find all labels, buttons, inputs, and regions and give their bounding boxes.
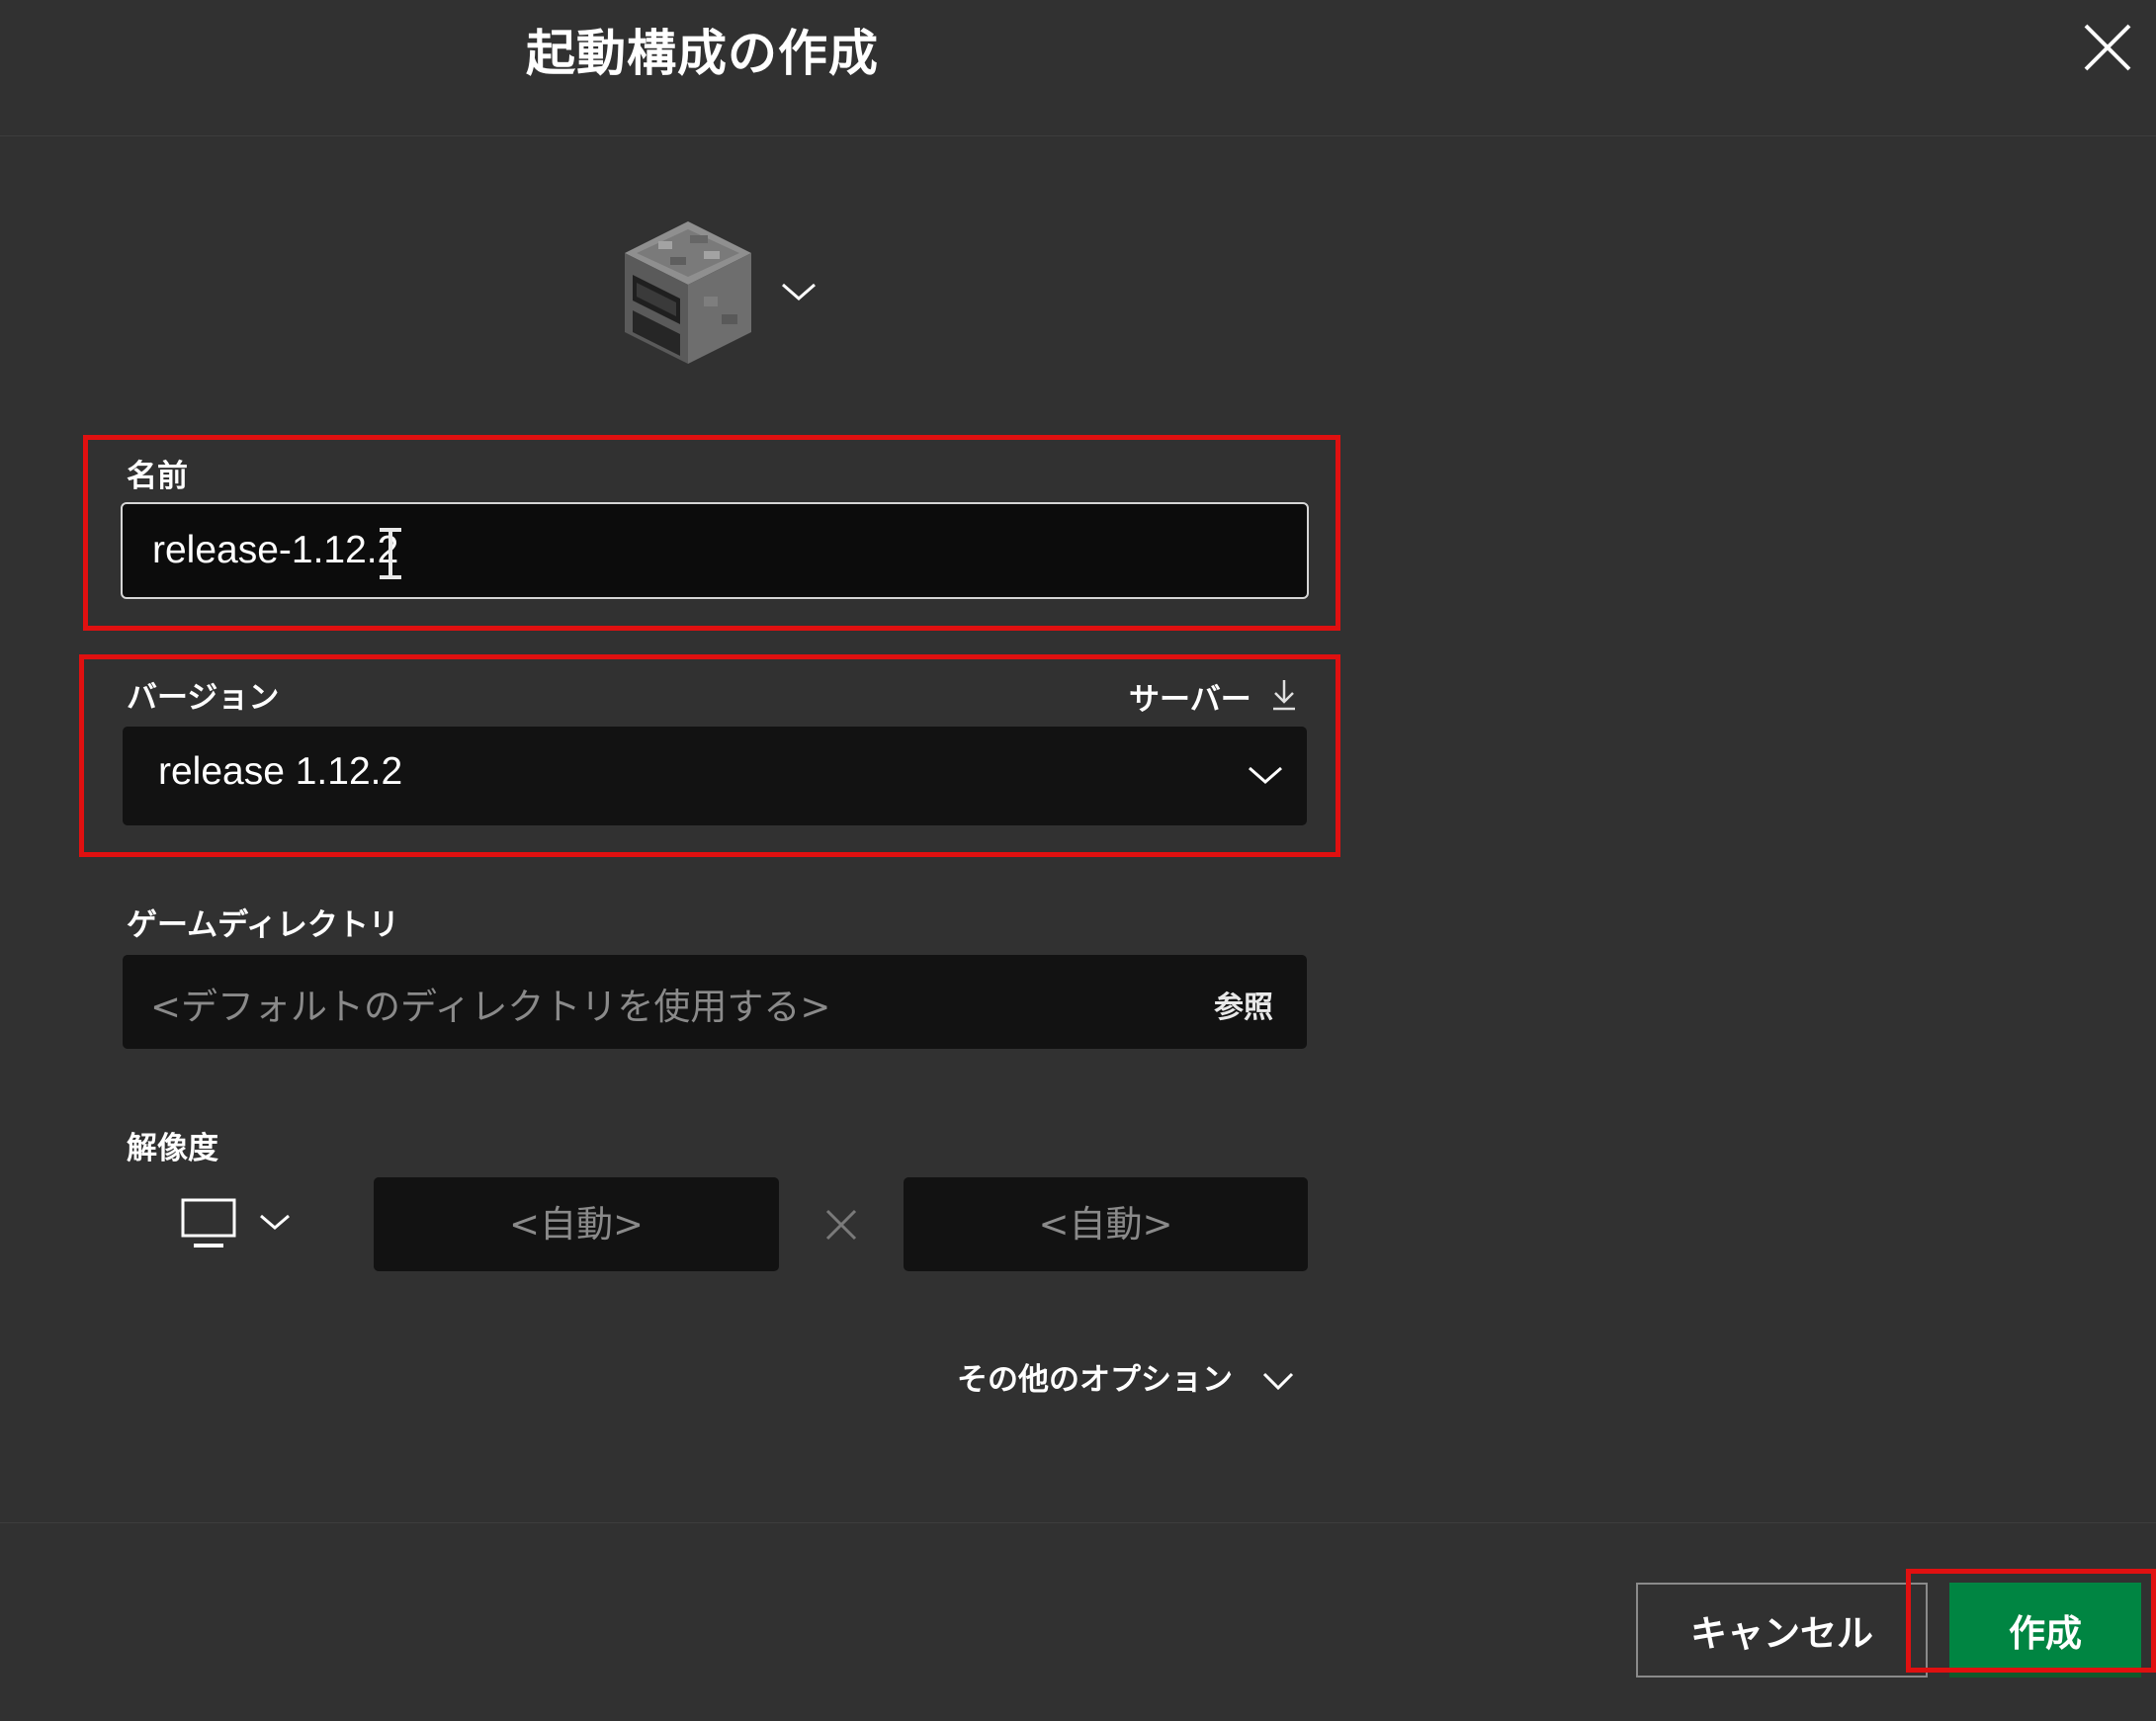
- close-icon: [2084, 24, 2131, 71]
- game-directory-label: ゲームディレクトリ: [127, 907, 399, 943]
- create-button[interactable]: 作成: [1949, 1583, 2141, 1678]
- more-options-toggle[interactable]: その他のオプション: [957, 1354, 1233, 1399]
- chevron-down-icon[interactable]: [1261, 1368, 1295, 1394]
- server-download-link[interactable]: サーバー: [1129, 674, 1251, 719]
- monitor-icon: [181, 1198, 236, 1248]
- resolution-label: 解像度: [127, 1131, 218, 1166]
- chevron-down-icon: [782, 283, 816, 301]
- resolution-width-input[interactable]: [374, 1177, 779, 1271]
- monitor-dropdown[interactable]: [180, 1196, 299, 1251]
- icon-dropdown-button[interactable]: [779, 277, 819, 306]
- dialog-header: 起動構成の作成: [0, 0, 2156, 136]
- game-directory-placeholder: <デフォルトのディレクトリを使用する>: [150, 986, 831, 1028]
- browse-button[interactable]: 参照: [1214, 983, 1273, 1026]
- name-input[interactable]: [121, 502, 1309, 599]
- version-selected-value: release 1.12.2: [158, 750, 403, 793]
- resolution-height-input[interactable]: [904, 1177, 1308, 1271]
- game-directory-field[interactable]: <デフォルトのディレクトリを使用する> 参照: [123, 955, 1307, 1049]
- chevron-down-icon: [260, 1214, 290, 1230]
- close-button[interactable]: [2080, 20, 2135, 75]
- multiply-icon: [825, 1209, 857, 1241]
- chevron-down-icon: [1249, 766, 1282, 784]
- version-select[interactable]: release 1.12.2: [123, 727, 1307, 825]
- dialog-title: 起動構成の作成: [526, 25, 879, 82]
- footer-divider: [0, 1522, 2156, 1523]
- version-label: バージョン: [127, 680, 280, 716]
- download-icon[interactable]: [1271, 678, 1297, 712]
- name-label: 名前: [127, 459, 188, 494]
- furnace-block-icon[interactable]: [619, 217, 757, 366]
- cancel-button[interactable]: キャンセル: [1636, 1583, 1928, 1678]
